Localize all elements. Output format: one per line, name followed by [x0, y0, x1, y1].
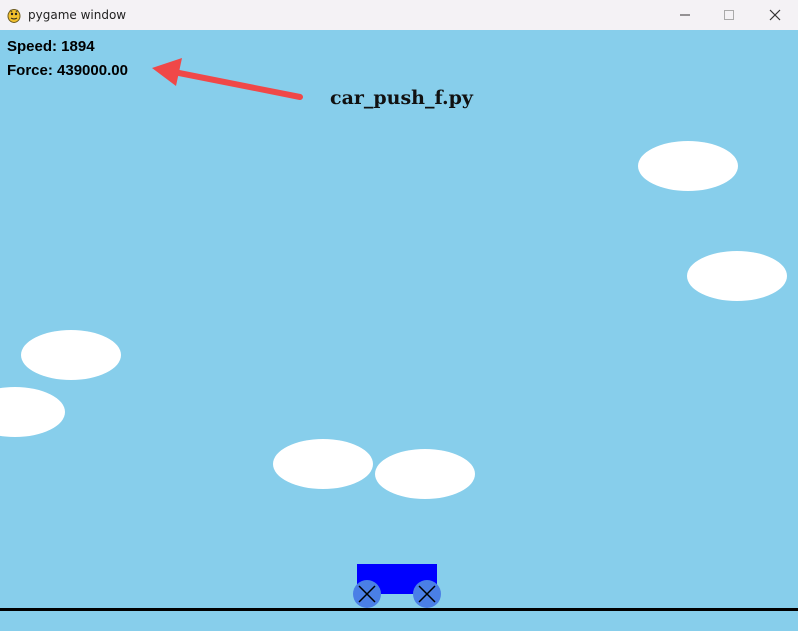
maximize-button[interactable]	[706, 0, 752, 30]
close-button[interactable]	[752, 0, 798, 30]
pygame-window: pygame window Speed: 1894 Force: 439000.…	[0, 0, 798, 631]
game-canvas[interactable]: Speed: 1894 Force: 439000.00 car_push_f.…	[0, 30, 798, 631]
maximize-icon	[724, 10, 734, 20]
cloud	[0, 387, 65, 437]
car-wheel-right	[413, 580, 441, 608]
cloud	[638, 141, 738, 191]
minimize-icon	[680, 14, 690, 16]
cloud	[687, 251, 787, 301]
window-title: pygame window	[28, 8, 127, 22]
cloud	[273, 439, 373, 489]
annotation-filename: car_push_f.py	[330, 87, 473, 109]
minimize-button[interactable]	[662, 0, 708, 30]
car-wheel-left	[353, 580, 381, 608]
pygame-snake-icon	[7, 9, 21, 23]
title-bar[interactable]: pygame window	[0, 0, 798, 30]
close-icon	[769, 9, 781, 21]
speed-readout: Speed: 1894	[7, 38, 95, 55]
ground-line	[0, 608, 798, 611]
cloud	[375, 449, 475, 499]
cloud	[21, 330, 121, 380]
annotation-arrow	[152, 58, 303, 100]
force-readout: Force: 439000.00	[7, 62, 128, 79]
